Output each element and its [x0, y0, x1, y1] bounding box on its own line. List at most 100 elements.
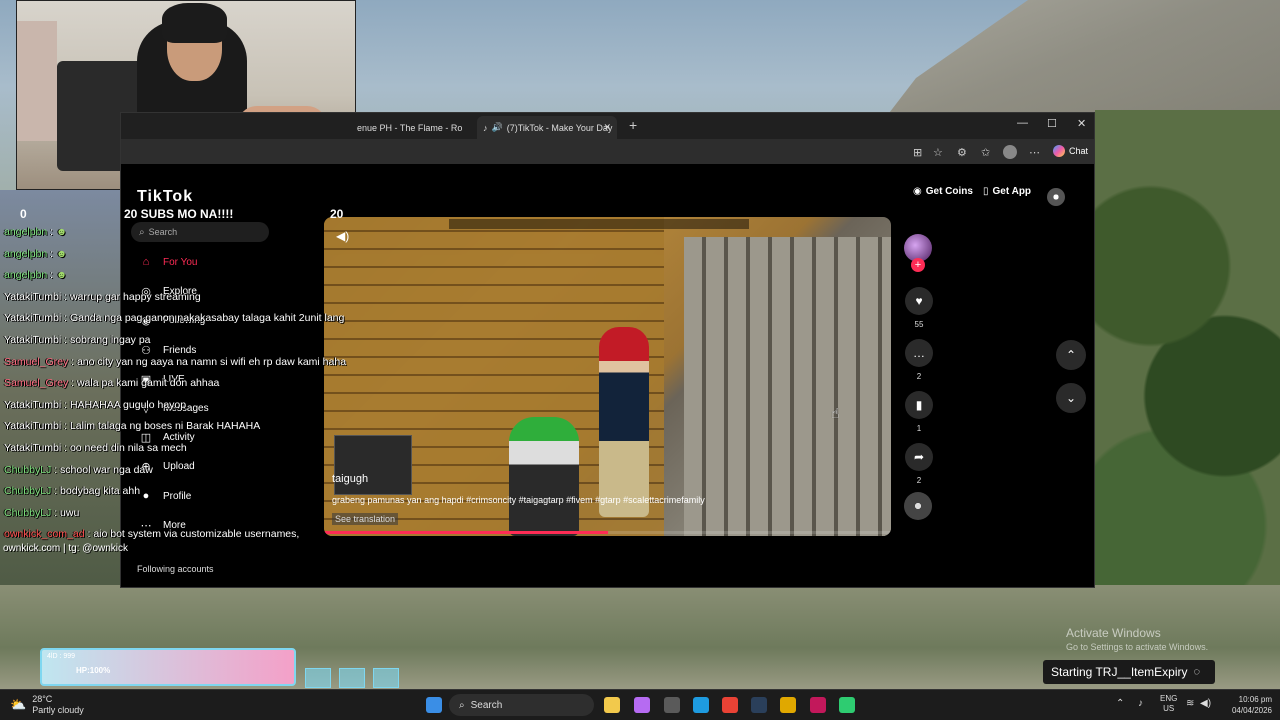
chat-separator: : [47, 269, 56, 282]
search-icon: ⌕ [459, 699, 465, 711]
coin-icon: ◉ [913, 186, 922, 197]
chat-separator: : [61, 398, 70, 411]
clock-time: 10:06 pm [1238, 695, 1272, 704]
tab-tiktok[interactable]: ♪ 🔊 (7)TikTok - Make Your Day ✕ [477, 116, 617, 139]
extensions-icon[interactable]: ⚙ [957, 146, 967, 159]
get-coins-button[interactable]: ◉ Get Coins [913, 186, 973, 197]
obs-icon[interactable] [810, 697, 826, 713]
chrome-icon[interactable] [722, 697, 738, 713]
edge-icon[interactable] [693, 697, 709, 713]
rockstar-icon[interactable] [780, 697, 796, 713]
chat-text: warrup gar happy streaming [69, 290, 201, 303]
hotbar-slot [339, 668, 365, 688]
chat-username[interactable]: angelpbn [4, 248, 47, 260]
chat-text: HAHAHAA gugulo hayop [69, 398, 187, 411]
partly-cloudy-icon: ⛅ [10, 697, 27, 712]
speaker-icon[interactable]: 🔊 [492, 122, 503, 133]
user-avatar[interactable] [1047, 188, 1065, 206]
chevron-down-icon[interactable]: ⌄ [1056, 383, 1086, 413]
save-action[interactable]: ▮ 1 [904, 391, 934, 433]
copilot-app-icon[interactable] [634, 697, 650, 713]
get-coins-label: Get Coins [925, 186, 973, 197]
tab-bar: enue PH - The Flame - Ro ✕ ♪ 🔊 (7)TikTok… [121, 113, 1094, 139]
chat-username[interactable]: YatakiTumbi [4, 399, 61, 411]
store-icon[interactable] [664, 697, 680, 713]
chat-username[interactable]: ownkick_com_ad [4, 528, 85, 540]
chat-username[interactable]: YatakiTumbi [4, 442, 61, 454]
hotbar-slot [373, 668, 399, 688]
activate-windows-subtitle: Go to Settings to activate Windows. [1066, 642, 1209, 652]
share-icon[interactable]: ➦ [905, 443, 933, 471]
more-icon[interactable]: ⋯ [1029, 146, 1040, 159]
wifi-icon[interactable]: ≋ [1186, 698, 1194, 709]
comment-icon[interactable]: … [905, 339, 933, 367]
chat-separator: : [68, 355, 77, 368]
chat-separator: : [51, 463, 61, 476]
clock-date: 04/04/2026 [1231, 706, 1272, 715]
chat-label: Chat [1069, 146, 1089, 156]
chat-username[interactable]: YatakiTumbi [4, 291, 61, 303]
microphone-icon[interactable]: ♪ [1138, 698, 1143, 709]
chat-username[interactable]: Samuel_Grey [4, 356, 68, 368]
profile-avatar[interactable] [1003, 145, 1017, 159]
weather-widget[interactable]: ⛅ 28°C Partly cloudy [10, 694, 84, 716]
chat-separator: : [61, 441, 70, 454]
chat-separator: : [61, 333, 70, 346]
chat-username[interactable]: angelpbn [4, 226, 47, 238]
chat-message: YatakiTumbi : HAHAHAA gugulo hayop [4, 395, 424, 417]
split-screen-icon[interactable]: ⊞ [913, 146, 922, 159]
volume-icon[interactable]: ◀) [1200, 698, 1211, 709]
share-action[interactable]: ➦ 2 [904, 443, 934, 485]
lang-region: US [1163, 704, 1175, 713]
bookmark-icon[interactable]: ▮ [905, 391, 933, 419]
follow-plus-icon[interactable]: + [911, 258, 925, 272]
chat-text: oo need din nila sa mech [69, 441, 187, 454]
like-count: 55 [914, 320, 924, 329]
chat-message: ChubbyLJ : school war nga daw [4, 460, 424, 482]
heart-icon[interactable]: ♥ [905, 287, 933, 315]
share-count: 2 [916, 476, 922, 485]
window-close-icon[interactable]: ✕ [1077, 117, 1086, 130]
chat-username[interactable]: YatakiTumbi [4, 312, 61, 324]
sound-disc-icon[interactable] [904, 492, 932, 520]
comment-action[interactable]: … 2 [904, 339, 934, 381]
get-app-button[interactable]: ▯ Get App [983, 186, 1031, 197]
language-indicator[interactable]: ENG US [1160, 694, 1177, 714]
tab-flame[interactable]: enue PH - The Flame - Ro ✕ [357, 116, 467, 139]
maximize-icon[interactable]: ☐ [1047, 117, 1057, 130]
chat-message: YatakiTumbi : oo need din nila sa mech [4, 438, 424, 460]
steam-icon[interactable] [751, 697, 767, 713]
chat-username[interactable]: ChubbyLJ [4, 485, 51, 497]
chat-username[interactable]: angelpbn [4, 269, 47, 281]
like-action[interactable]: ♥ 55 [904, 287, 934, 329]
lang-code: ENG [1160, 694, 1178, 703]
taskbar-search[interactable]: ⌕ Search [449, 694, 594, 716]
chat-text: aio bot system via customizable username… [93, 528, 300, 541]
favorites-icon[interactable]: ✩ [981, 146, 990, 159]
favorite-star-icon[interactable]: ☆ [933, 146, 943, 159]
kick-icon[interactable] [839, 697, 855, 713]
chat-username[interactable]: Samuel_Grey [4, 377, 68, 389]
file-explorer-icon[interactable] [604, 697, 620, 713]
chat-username[interactable]: YatakiTumbi [4, 420, 61, 432]
chat-message: YatakiTumbi : Lalim talaga ng boses ni B… [4, 416, 424, 438]
copilot-chat-button[interactable]: Chat [1053, 145, 1088, 157]
get-app-label: Get App [992, 186, 1032, 197]
video-character-red [599, 327, 649, 517]
new-tab-button[interactable]: + [629, 117, 637, 133]
close-icon[interactable]: ✕ [603, 122, 611, 133]
chat-username[interactable]: YatakiTumbi [4, 334, 61, 346]
webcam-hair [162, 3, 227, 43]
tab-flame-title: enue PH - The Flame - Ro [357, 122, 463, 133]
chat-username[interactable]: ChubbyLJ [4, 507, 51, 519]
minimize-icon[interactable]: — [1017, 117, 1028, 129]
chevron-up-icon[interactable]: ⌃ [1116, 698, 1124, 709]
chat-username[interactable]: ChubbyLJ [4, 464, 51, 476]
tiktok-logo[interactable]: TikTok [137, 188, 193, 206]
clock[interactable]: 10:06 pm 04/04/2026 [1222, 694, 1272, 716]
sub-goal-title: 20 SUBS MO NA!!!! [124, 207, 234, 221]
background-trees [1095, 110, 1280, 630]
chat-message: YatakiTumbi : sobrang ingay pa [4, 330, 424, 352]
windows-start-icon[interactable] [426, 697, 442, 713]
chevron-up-icon[interactable]: ⌃ [1056, 340, 1086, 370]
